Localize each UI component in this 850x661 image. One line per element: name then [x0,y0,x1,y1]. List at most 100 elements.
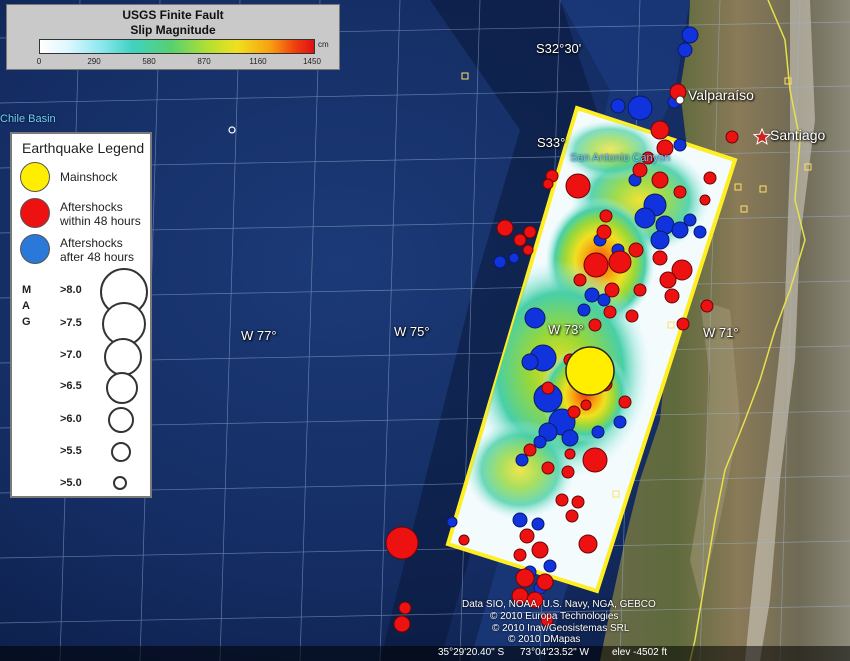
aftershock-after-48h-marker[interactable] [613,415,627,429]
aftershock-48h-marker[interactable] [583,252,609,278]
aftershock-after-48h-marker[interactable] [650,230,670,250]
aftershock-after-48h-marker[interactable] [515,453,529,467]
aftershock-after-48h-marker[interactable] [627,95,653,121]
aftershock-48h-marker[interactable] [515,568,535,588]
aftershock-after-48h-marker[interactable] [610,98,626,114]
aftershock-after-48h-marker[interactable] [521,353,539,371]
aftershock-after-48h-marker[interactable] [561,429,579,447]
mainshock-marker[interactable] [565,346,615,396]
aftershock-48h-marker[interactable] [522,244,534,256]
aftershock-after-48h-marker[interactable] [693,225,707,239]
aftershock-48h-marker[interactable] [603,305,617,319]
aftershock-48h-marker[interactable] [625,309,639,323]
aftershock-48h-marker[interactable] [700,299,714,313]
place-label-santiago: Santiago [770,127,826,143]
aftershock-48h-marker[interactable] [699,194,711,206]
aftershock-48h-marker[interactable] [578,534,598,554]
aftershock-48h-marker[interactable] [618,395,632,409]
aftershock-48h-label-line1: Aftershocks [60,200,123,214]
aftershock-48h-marker[interactable] [725,130,739,144]
credit-line: © 2010 Europa Technologies [490,611,619,622]
place-label-valparaiso: Valparaíso [688,87,754,103]
aftershock-48h-marker[interactable] [531,541,549,559]
aftershock-48h-marker[interactable] [393,615,411,633]
aftershock-48h-marker[interactable] [580,399,592,411]
aftershock-48h-marker[interactable] [628,242,644,258]
longitude-label-w75: W 75° [394,324,430,339]
aftershock-48h-marker[interactable] [561,465,575,479]
aftershock-48h-marker[interactable] [541,461,555,475]
status-bar: 35°29'20.40" S 73°04'23.52" W elev -4502… [0,646,850,661]
aftershock-48h-marker[interactable] [703,171,717,185]
aftershock-48h-marker[interactable] [632,162,648,178]
aftershock-after-48h-marker[interactable] [577,303,591,317]
magnitude-label: >7.0 [60,349,82,361]
aftershock-48h-marker[interactable] [676,317,690,331]
aftershock-after-48h-marker[interactable] [683,213,697,227]
aftershock-48h-marker[interactable] [573,273,587,287]
aftershock-48h-marker[interactable] [596,224,612,240]
aftershock-48h-swatch [20,198,50,228]
aftershock-48h-marker[interactable] [604,282,620,298]
aftershock-48h-marker[interactable] [664,288,680,304]
aftershock-48h-marker[interactable] [523,443,537,457]
aftershock-after-48h-marker[interactable] [531,517,545,531]
status-longitude: 73°04'23.52" W [520,647,589,658]
aftershock-after-48h-marker[interactable] [493,255,507,269]
mainshock-label: Mainshock [60,170,118,184]
colorbar-title: USGS Finite Fault [122,8,224,22]
credit-line: © 2010 Inav/Geosistemas SRL [492,623,630,634]
colorbar-tick: 290 [87,57,101,66]
valparaiso-marker [675,95,685,105]
aftershock-48h-marker[interactable] [513,548,527,562]
aftershock-48h-marker[interactable] [571,495,585,509]
aftershock-48h-marker[interactable] [564,448,576,460]
aftershock-48h-marker[interactable] [542,178,554,190]
aftershock-after-48h-marker[interactable] [533,435,547,449]
aftershock-48h-marker[interactable] [659,271,677,289]
place-label-san-antonio-canyon: San Antonio Canyon [570,152,671,164]
colorbar-tick: 1450 [303,57,321,66]
aftershock-48h-marker[interactable] [588,318,602,332]
aftershock-after-48h-marker[interactable] [584,287,600,303]
aftershock-48h-marker[interactable] [458,534,470,546]
colorbar-tick: 0 [36,57,42,66]
aftershock-after-48h-marker[interactable] [634,207,656,229]
mag-letter: A [22,300,30,312]
aftershock-48h-marker[interactable] [536,573,554,591]
aftershock-48h-marker[interactable] [651,171,669,189]
slip-colorbar-panel: USGS Finite Fault Slip Magnitude cm 0 29… [6,4,340,70]
aftershock-48h-marker[interactable] [608,250,632,274]
aftershock-after-48h-marker[interactable] [512,512,528,528]
aftershock-48h-marker[interactable] [673,185,687,199]
aftershock-48h-marker[interactable] [541,381,555,395]
aftershock-after-48h-marker[interactable] [543,559,557,573]
aftershock-48h-marker[interactable] [582,447,608,473]
aftershock-after-48h-marker[interactable] [508,252,520,264]
aftershock-48h-marker[interactable] [652,250,668,266]
aftershock-after-48h-marker[interactable] [524,307,546,329]
aftershock-48h-marker[interactable] [555,493,569,507]
aftershock-after-48h-marker[interactable] [677,42,693,58]
aftershock-48h-marker[interactable] [496,219,514,237]
aftershock-48h-marker[interactable] [565,173,591,199]
aftershock-48h-marker[interactable] [513,233,527,247]
aftershock-48h-marker[interactable] [565,509,579,523]
aftershock-48h-marker[interactable] [633,283,647,297]
magnitude-label: >6.0 [60,413,82,425]
aftershock-after-48h-marker[interactable] [446,516,458,528]
map-view[interactable]: S32°30' S33° W 77° W 75° W 73° W 71° Chi… [0,0,850,661]
magnitude-label: >5.5 [60,445,82,457]
aftershock-48h-marker[interactable] [599,209,613,223]
aftershock-after-48h-marker[interactable] [681,26,699,44]
aftershock-48h-marker[interactable] [567,405,581,419]
aftershock-48h-marker[interactable] [385,526,419,560]
aftershock-after-48h-marker[interactable] [673,138,687,152]
aftershock-48h-marker[interactable] [650,120,670,140]
aftershock-48h-marker[interactable] [523,225,537,239]
aftershock-after-48h-marker[interactable] [591,425,605,439]
magnitude-label: >7.5 [60,317,82,329]
aftershock-48h-marker[interactable] [398,601,412,615]
aftershock-48h-marker[interactable] [519,528,535,544]
latitude-label-s33: S33° [537,135,566,150]
